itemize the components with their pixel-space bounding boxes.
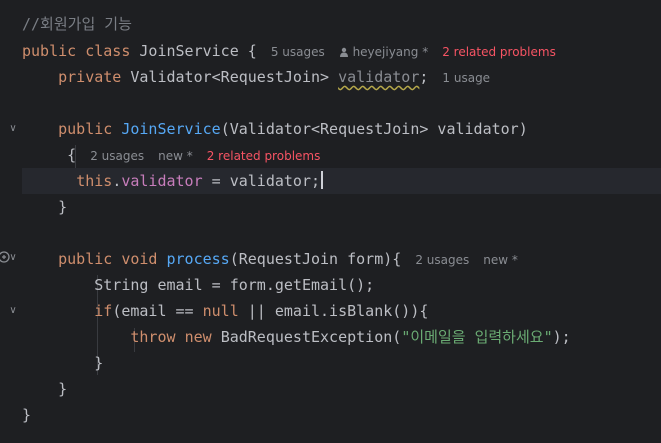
- code-line-16: }: [22, 402, 661, 428]
- code-comment: //회원가입 기능: [22, 15, 132, 33]
- code-line-10: public void process(RequestJoin form){ 2 …: [22, 246, 661, 272]
- code-line-11: String email = form.getEmail();: [22, 272, 661, 298]
- class-name: JoinService: [139, 42, 239, 60]
- keyword-this: this: [76, 172, 113, 190]
- if-condition-a: (email ==: [112, 302, 203, 320]
- brace-close: }: [58, 198, 68, 216]
- keyword-throw: throw: [130, 328, 176, 346]
- method-params: (RequestJoin form){: [229, 250, 402, 268]
- brace-open: {: [67, 146, 77, 164]
- keyword-new: new: [184, 328, 212, 346]
- class-usages-hint[interactable]: 5 usages: [271, 45, 325, 59]
- keyword-public: public: [58, 250, 113, 268]
- brace-close: }: [22, 406, 32, 424]
- editor-gutter: [0, 0, 22, 443]
- unused-field-name[interactable]: validator: [338, 68, 419, 86]
- author-name: heyejiyang *: [352, 45, 429, 59]
- assignment-rhs: = validator;: [202, 172, 321, 190]
- keyword-void: void: [121, 250, 158, 268]
- code-line-7-current: this.validator = validator;: [22, 168, 661, 194]
- person-icon: [339, 47, 348, 57]
- class-problems-hint[interactable]: 2 related problems: [442, 45, 556, 59]
- text-caret: [321, 171, 324, 189]
- exception-message-string: "이메일을 입력하세요": [401, 328, 553, 346]
- code-line-2: public class JoinService {5 usages heyej…: [22, 38, 661, 64]
- constructor-name: JoinService: [121, 120, 221, 138]
- method-usages-hint[interactable]: 2 usages: [415, 253, 469, 267]
- method-name: process: [166, 250, 230, 268]
- ctor-usages-hint[interactable]: 2 usages: [90, 149, 144, 163]
- keyword-class: class: [85, 42, 131, 60]
- code-line-6: {2 usages new * 2 related problems: [22, 142, 661, 168]
- keyword-if: if: [94, 302, 113, 320]
- constructor-params: (Validator<RequestJoin> validator): [220, 120, 528, 138]
- code-line-8: }: [22, 194, 661, 220]
- keyword-private: private: [58, 68, 122, 86]
- fold-arrow-icon[interactable]: ∨: [7, 305, 19, 317]
- code-line-14: }: [22, 350, 661, 376]
- statement-end: );: [552, 328, 571, 346]
- ctor-problems-hint[interactable]: 2 related problems: [207, 149, 321, 163]
- code-line-1: //회원가입 기능: [22, 11, 661, 37]
- code-line-13: throw new BadRequestException("이메일을 입력하세…: [22, 324, 661, 350]
- brace-close: }: [58, 380, 68, 398]
- exception-constructor: BadRequestException(: [220, 328, 402, 346]
- brace-open: {: [247, 42, 257, 60]
- code-line-15: }: [22, 376, 661, 402]
- override-icon[interactable]: [0, 251, 10, 263]
- keyword-null: null: [202, 302, 239, 320]
- if-condition-b: || email.isBlank()){: [238, 302, 429, 320]
- code-line-5: public JoinService(Validator<RequestJoin…: [22, 116, 661, 142]
- fold-arrow-icon[interactable]: ∨: [7, 123, 19, 135]
- ctor-new-hint[interactable]: new *: [158, 149, 193, 163]
- method-new-hint[interactable]: new *: [483, 253, 518, 267]
- field-type: Validator<RequestJoin>: [130, 68, 330, 86]
- code-line-12: if(email == null || email.isBlank()){: [22, 298, 661, 324]
- code-line-3: private Validator<RequestJoin> validator…: [22, 64, 661, 90]
- brace-close: }: [94, 354, 104, 372]
- field-reference: validator: [121, 172, 203, 190]
- class-author-hint[interactable]: heyejiyang *: [339, 45, 428, 59]
- keyword-public: public: [22, 42, 77, 60]
- semicolon: ;: [419, 68, 429, 86]
- email-statement: String email = form.getEmail();: [94, 276, 375, 294]
- code-editor[interactable]: //회원가입 기능 public class JoinService {5 us…: [22, 0, 661, 443]
- keyword-public: public: [58, 120, 113, 138]
- field-usages-hint[interactable]: 1 usage: [442, 71, 490, 85]
